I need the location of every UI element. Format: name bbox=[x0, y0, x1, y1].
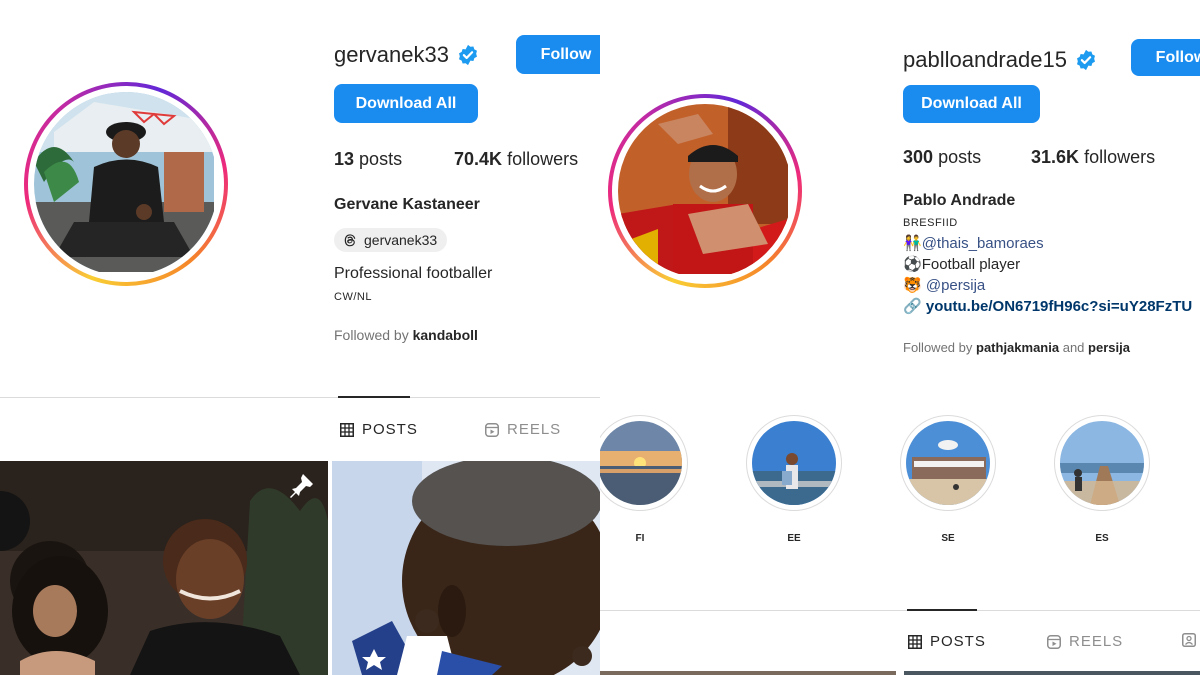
download-all-label: Download All bbox=[921, 95, 1022, 112]
followed-by-user[interactable]: pathjakmania bbox=[976, 340, 1059, 355]
tab-reels[interactable]: REELS bbox=[485, 421, 561, 438]
couple-emoji-icon: 👫 bbox=[903, 235, 922, 252]
download-all-button[interactable]: Download All bbox=[334, 84, 478, 123]
profile-username: pablloandrade15 bbox=[903, 47, 1097, 73]
profile-avatar[interactable] bbox=[608, 94, 802, 288]
posts-count: 13 bbox=[334, 149, 355, 169]
bio-mention-line: 👫@thais_bamoraes bbox=[903, 234, 1044, 252]
download-all-label: Download All bbox=[355, 94, 457, 112]
posts-label: posts bbox=[938, 147, 982, 167]
tabs-divider bbox=[0, 397, 600, 398]
followers-count-stat[interactable]: 70.4K followers bbox=[454, 149, 578, 170]
active-tab-indicator bbox=[338, 396, 410, 398]
posts-count: 300 bbox=[903, 147, 934, 167]
post-thumbnail[interactable] bbox=[0, 461, 328, 675]
bio-football-line: ⚽Football player bbox=[903, 255, 1020, 273]
avatar-photo bbox=[34, 92, 218, 276]
threads-badge[interactable]: gervanek33 bbox=[334, 228, 448, 252]
followers-count-stat[interactable]: 31.6K followers bbox=[1031, 147, 1155, 168]
post-thumbnail-edge[interactable] bbox=[904, 671, 1200, 675]
download-all-button[interactable]: Download All bbox=[903, 85, 1040, 123]
link-icon: 🔗 bbox=[903, 298, 922, 315]
reels-icon bbox=[485, 422, 499, 437]
bio-tag: BRESFIID bbox=[903, 217, 958, 229]
grid-icon bbox=[908, 634, 922, 649]
profile-full-name: Pablo Andrade bbox=[903, 192, 1016, 209]
tab-posts[interactable]: POSTS bbox=[908, 633, 986, 650]
verified-badge-icon bbox=[459, 44, 477, 66]
followers-count: 31.6K bbox=[1031, 147, 1080, 167]
tab-tagged[interactable] bbox=[1182, 633, 1196, 647]
tab-posts-label: POSTS bbox=[930, 633, 986, 650]
active-tab-indicator bbox=[907, 609, 977, 611]
followed-by-user[interactable]: persija bbox=[1088, 340, 1130, 355]
posts-count-stat[interactable]: 300 posts bbox=[903, 147, 981, 168]
profile-avatar[interactable] bbox=[24, 82, 228, 286]
threads-handle: gervanek33 bbox=[364, 232, 438, 248]
profile-username: gervanek33 bbox=[334, 42, 479, 68]
follow-button-label: Follow bbox=[540, 45, 592, 63]
followed-by-user[interactable]: kandaboll bbox=[413, 327, 478, 343]
highlight-label: ES bbox=[1095, 533, 1109, 544]
followed-by-prefix: Followed by bbox=[903, 340, 973, 355]
tab-posts[interactable]: POSTS bbox=[340, 421, 418, 438]
tab-posts-label: POSTS bbox=[362, 421, 418, 438]
bio-location: CW/NL bbox=[334, 291, 372, 303]
story-highlight-ee[interactable]: EE bbox=[746, 415, 842, 544]
tab-reels-label: REELS bbox=[1069, 633, 1124, 650]
tiger-emoji-icon: 🐯 bbox=[903, 277, 922, 294]
tabs-divider bbox=[600, 610, 1200, 611]
profile-full-name: Gervane Kastaneer bbox=[334, 196, 480, 213]
follow-button[interactable]: Follow bbox=[516, 35, 600, 74]
story-highlight-es[interactable]: ES bbox=[1054, 415, 1150, 544]
threads-icon bbox=[344, 234, 356, 247]
followers-label: followers bbox=[1084, 147, 1156, 167]
bio-link-text[interactable]: youtu.be/ON6719fH96c?si=uY28FzTU bbox=[926, 298, 1192, 315]
tagged-icon bbox=[1182, 633, 1196, 647]
followers-label: followers bbox=[507, 149, 579, 169]
bio-external-link[interactable]: 🔗 youtu.be/ON6719fH96c?si=uY28FzTU bbox=[903, 297, 1192, 315]
grid-icon bbox=[340, 422, 354, 437]
follow-button[interactable]: Follow bbox=[1131, 39, 1200, 76]
highlight-label: SE bbox=[941, 533, 955, 544]
story-highlight-fi[interactable]: FI bbox=[600, 415, 688, 544]
bio-line: Professional footballer bbox=[334, 265, 493, 282]
followed-by[interactable]: Followed by kandaboll bbox=[334, 327, 478, 343]
follow-button-label: Follow bbox=[1155, 48, 1200, 66]
tab-reels[interactable]: REELS bbox=[1047, 633, 1123, 650]
bio-mention-line: 🐯 @persija bbox=[903, 276, 985, 294]
username-text: pablloandrade15 bbox=[903, 47, 1067, 72]
right-profile-panel: pablloandrade15 Follow Download All 300 … bbox=[600, 0, 1200, 675]
highlight-label: EE bbox=[787, 533, 801, 544]
posts-label: posts bbox=[359, 149, 403, 169]
bio-mention-link[interactable]: @thais_bamoraes bbox=[922, 235, 1044, 252]
reels-icon bbox=[1047, 634, 1061, 649]
bio-football-text: Football player bbox=[921, 256, 1021, 273]
tab-reels-label: REELS bbox=[507, 421, 562, 438]
verified-badge-icon bbox=[1076, 49, 1095, 71]
username-text: gervanek33 bbox=[334, 42, 449, 67]
bio-mention-link[interactable]: @persija bbox=[926, 277, 985, 294]
followed-by-prefix: Followed by bbox=[334, 327, 409, 343]
post-thumbnail[interactable] bbox=[332, 461, 600, 675]
followers-count: 70.4K bbox=[454, 149, 503, 169]
soccer-ball-icon: ⚽ bbox=[903, 256, 922, 273]
story-highlight-se[interactable]: SE bbox=[900, 415, 996, 544]
avatar-photo bbox=[618, 104, 792, 278]
left-profile-panel: gervanek33 Follow Download All 13 posts … bbox=[0, 0, 600, 675]
posts-count-stat[interactable]: 13 posts bbox=[334, 149, 402, 170]
highlight-label: FI bbox=[635, 533, 645, 544]
post-thumbnail-edge[interactable] bbox=[600, 671, 896, 675]
followed-by-and: and bbox=[1062, 340, 1085, 355]
followed-by[interactable]: Followed by pathjakmania and persija bbox=[903, 340, 1130, 355]
